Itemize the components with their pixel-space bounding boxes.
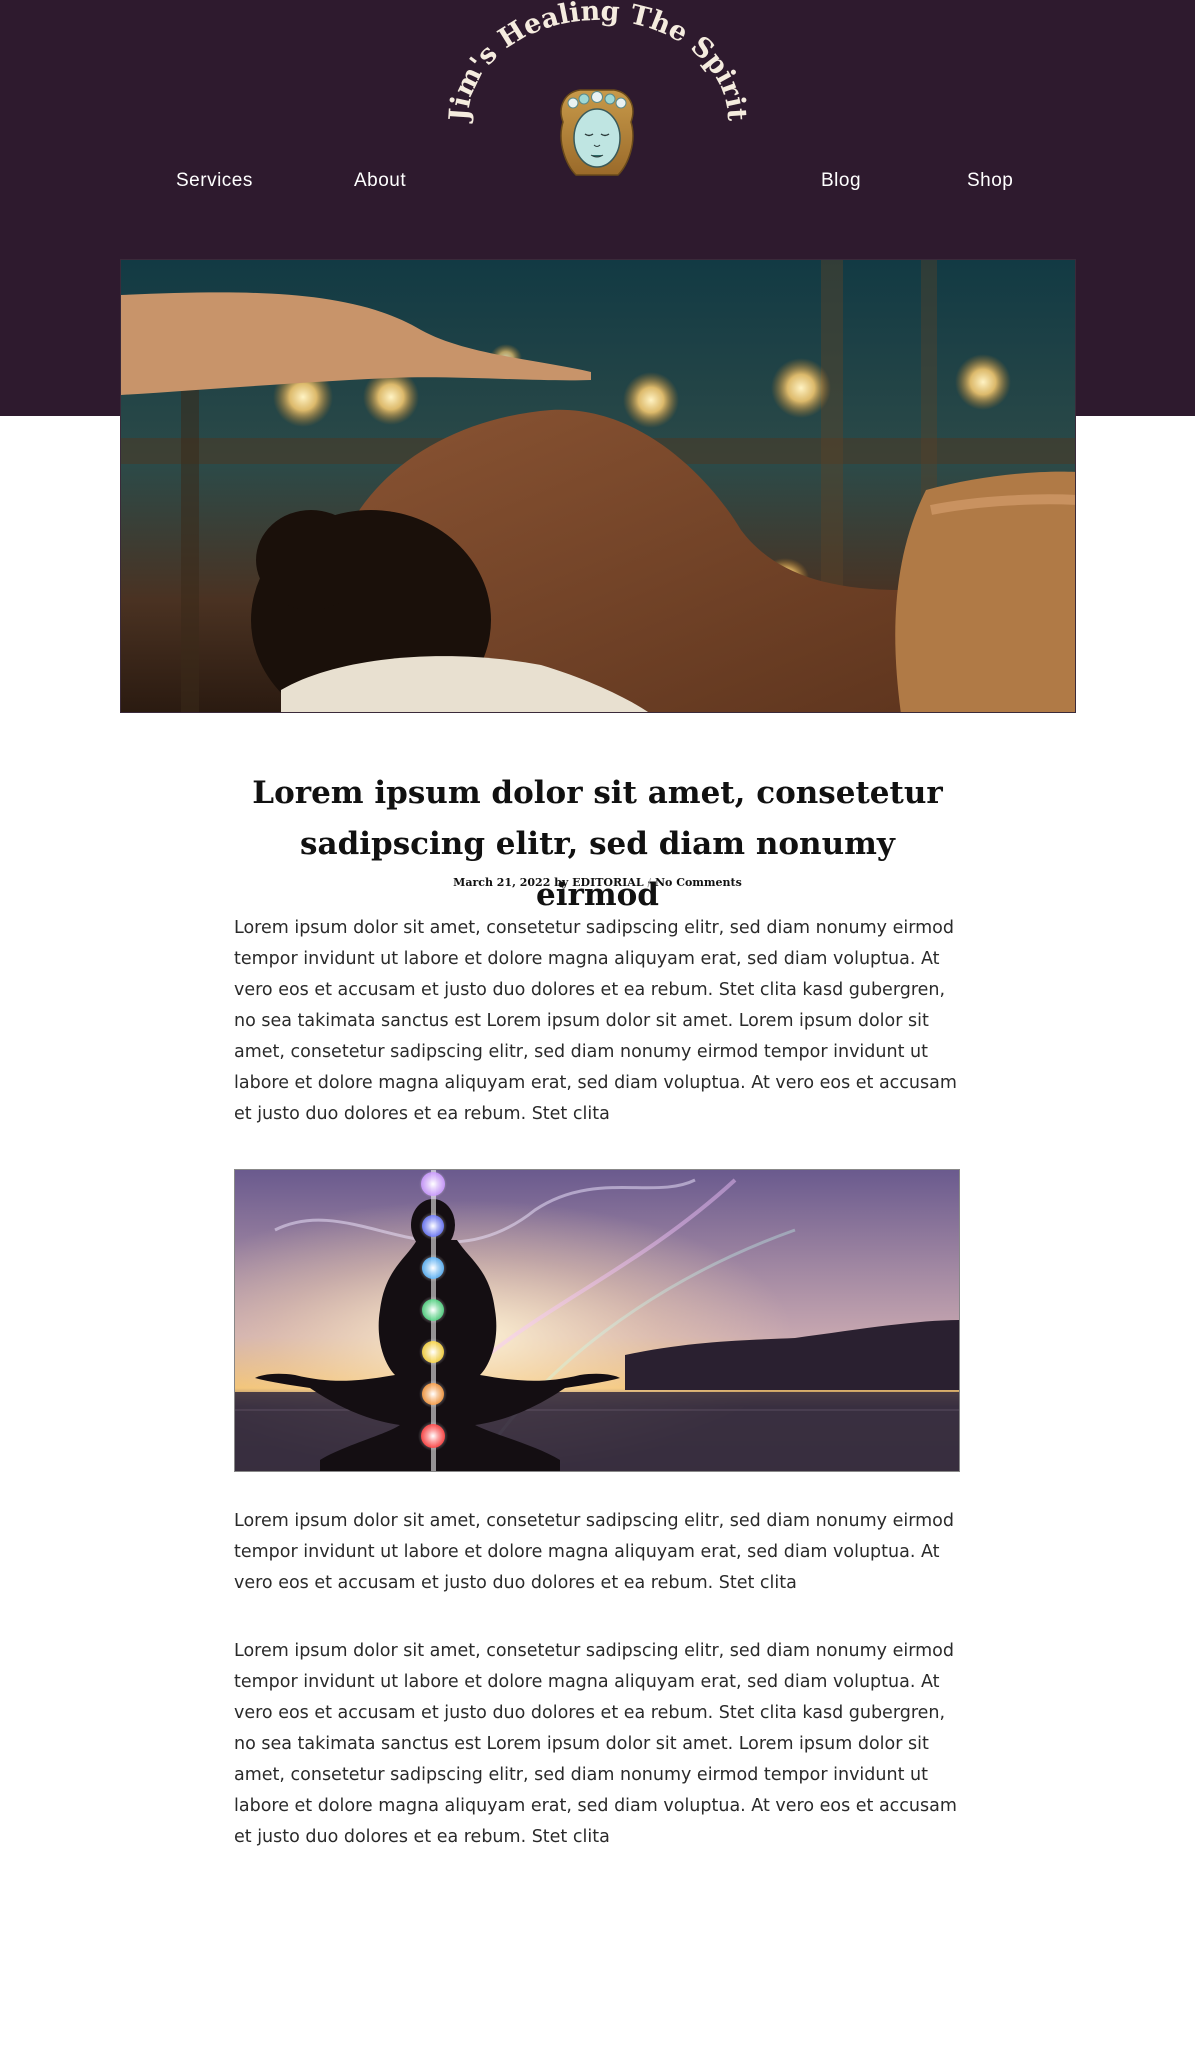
post-title: Lorem ipsum dolor sit amet, consetetur s… [252, 775, 943, 913]
nav-shop[interactable]: Shop [967, 170, 1013, 192]
post-paragraph-2: Lorem ipsum dolor sit amet, consetetur s… [234, 1511, 954, 1593]
post-paragraph-3: Lorem ipsum dolor sit amet, consetetur s… [234, 1641, 957, 1847]
nav-about[interactable]: About [354, 170, 406, 192]
post-author[interactable]: EDITORIAL [572, 876, 643, 889]
chakra-meditation-image [234, 1169, 960, 1472]
nav-services[interactable]: Services [176, 170, 253, 192]
goddess-face-icon [560, 89, 634, 176]
hero-image [120, 259, 1076, 713]
post-date[interactable]: March 21, 2022 [453, 876, 550, 889]
chakra-meditation-photo [235, 1170, 959, 1471]
meta-separator: / [647, 876, 652, 889]
reiki-healing-photo [121, 260, 1075, 712]
post-paragraph-1: Lorem ipsum dolor sit amet, consetetur s… [234, 918, 957, 1124]
nav-blog[interactable]: Blog [821, 170, 861, 192]
post-comments-link[interactable]: No Comments [655, 876, 742, 889]
post-meta: March 21, 2022 by EDITORIAL / No Comment… [240, 876, 955, 889]
post-by-label: by [554, 876, 569, 889]
